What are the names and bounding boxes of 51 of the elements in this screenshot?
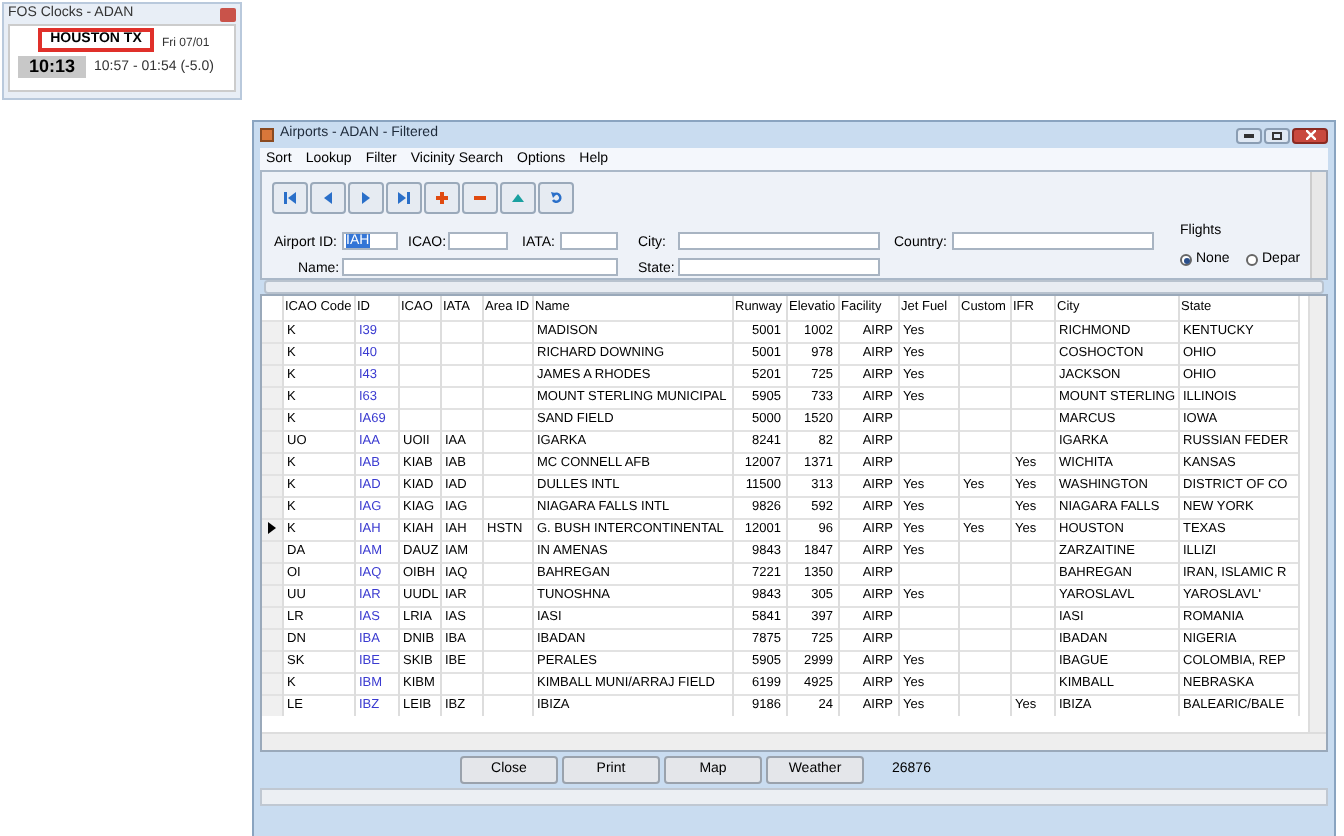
row-header[interactable]: [262, 342, 282, 364]
radio-button[interactable]: [1246, 254, 1258, 267]
plus-icon: [436, 192, 448, 204]
input-field[interactable]: [952, 232, 1154, 250]
last-record-icon: [398, 192, 410, 204]
radio-button[interactable]: [1180, 254, 1192, 267]
row-header[interactable]: [262, 584, 282, 606]
input-field[interactable]: [678, 258, 880, 276]
input-field[interactable]: [342, 258, 618, 276]
row-header[interactable]: [262, 386, 282, 408]
row-header[interactable]: [262, 408, 282, 430]
time-display: 10:13: [18, 56, 86, 78]
refresh-icon: [550, 192, 562, 204]
row-header[interactable]: [262, 320, 282, 342]
maximize-button[interactable]: [1264, 127, 1290, 143]
row-header[interactable]: [262, 452, 282, 474]
row-header[interactable]: [262, 650, 282, 672]
minimize-button[interactable]: [1236, 127, 1262, 143]
previous-arrow-icon: [322, 192, 334, 204]
close-button[interactable]: [1292, 127, 1328, 143]
toolbar-button[interactable]: [538, 182, 574, 214]
next-arrow-icon: [360, 192, 372, 204]
row-header[interactable]: [262, 430, 282, 452]
row-header[interactable]: [262, 628, 282, 650]
row-header[interactable]: [262, 672, 282, 694]
row-header[interactable]: [262, 606, 282, 628]
row-header[interactable]: [262, 364, 282, 386]
minimize-icon: [1244, 133, 1254, 137]
first-record-icon: [284, 192, 296, 204]
row-header[interactable]: [262, 540, 282, 562]
input-field[interactable]: [560, 232, 618, 250]
toolbar-button[interactable]: [424, 182, 460, 214]
app-icon: [260, 128, 274, 142]
vertical-scrollbar[interactable]: [1308, 296, 1326, 736]
row-header[interactable]: [262, 694, 282, 716]
toolbar-button[interactable]: [462, 182, 498, 214]
row-header[interactable]: [262, 496, 282, 518]
row-header[interactable]: [262, 474, 282, 496]
maximize-icon: [1272, 131, 1282, 139]
input-field[interactable]: [678, 232, 880, 250]
vertical-scrollbar[interactable]: [1310, 172, 1326, 278]
toolbar-button[interactable]: [386, 182, 422, 214]
horizontal-scrollbar[interactable]: [262, 732, 1326, 750]
triangle-icon: [512, 192, 524, 204]
toolbar-button[interactable]: [500, 182, 536, 214]
row-header[interactable]: [262, 562, 282, 584]
toolbar-button[interactable]: [272, 182, 308, 214]
input-field[interactable]: [448, 232, 508, 250]
toolbar-button[interactable]: [310, 182, 346, 214]
toolbar-button[interactable]: [348, 182, 384, 214]
horizontal-scrollbar[interactable]: [264, 280, 1324, 294]
